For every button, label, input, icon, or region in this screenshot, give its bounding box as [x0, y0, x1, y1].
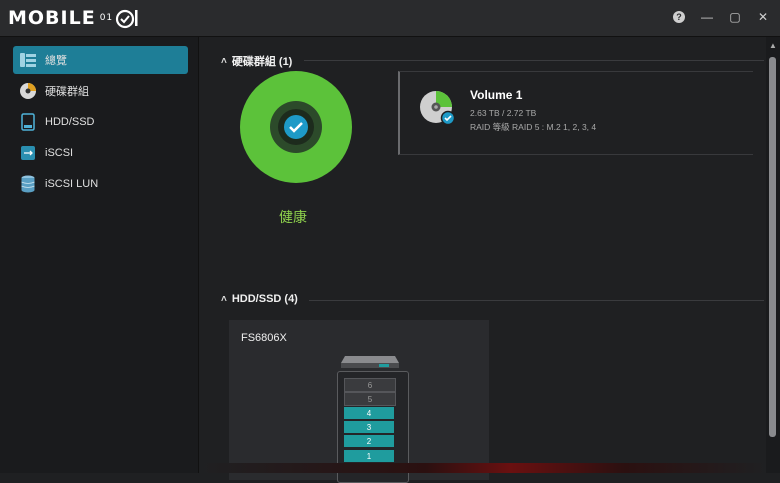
section-divider — [304, 60, 764, 61]
iscsi-lun-icon — [19, 175, 37, 193]
sidebar-item-iscsi-lun[interactable]: iSCSI LUN — [13, 170, 188, 198]
enclosure-top-icon — [341, 356, 399, 368]
disk-group-icon — [19, 82, 37, 100]
health-status-icon — [240, 71, 352, 183]
vertical-scrollbar[interactable]: ▲ — [766, 37, 780, 473]
main-content: ˄ 硬碟群組 (1) 健康 Volume 1 2.63 TB / 2.72 TB… — [199, 37, 780, 483]
sidebar: 總覽 硬碟群組 HDD/SSD iSCSI iSCSI LUN — [0, 37, 199, 473]
logo-subtext: 01 — [99, 13, 114, 23]
window-controls: ? — ▢ ✕ — [672, 10, 770, 24]
drive-bay-1[interactable]: 1 — [344, 450, 394, 462]
logo-mark-icon — [116, 9, 138, 29]
sidebar-item-disk-group[interactable]: 硬碟群組 — [13, 77, 188, 105]
device-card[interactable]: FS6806X 6 5 4 3 2 1 — [229, 320, 489, 483]
overview-icon — [19, 51, 37, 69]
help-icon: ? — [673, 11, 685, 23]
device-name: FS6806X — [241, 332, 287, 344]
drive-bay-5[interactable]: 5 — [344, 392, 396, 406]
sidebar-item-label: 硬碟群組 — [45, 86, 89, 98]
volume-raid-level: RAID 等級 RAID 5 : M.2 1, 2, 3, 4 — [470, 122, 597, 132]
drive-bay-3[interactable]: 3 — [344, 421, 394, 433]
title-bar: MOBILE 01 ? — ▢ ✕ — [0, 0, 780, 37]
scroll-thumb[interactable] — [769, 57, 776, 437]
section-title: HDD/SSD (4) — [231, 293, 298, 305]
sidebar-item-hdd-ssd[interactable]: HDD/SSD — [13, 108, 188, 136]
sidebar-item-overview[interactable]: 總覽 — [13, 46, 188, 74]
minimize-button[interactable]: — — [700, 10, 714, 24]
sidebar-item-label: HDD/SSD — [45, 116, 95, 128]
sidebar-item-label: iSCSI LUN — [45, 178, 99, 190]
iscsi-icon — [19, 144, 37, 162]
hdd-ssd-section-header[interactable]: ˄ HDD/SSD (4) — [221, 293, 298, 305]
sidebar-item-label: iSCSI — [45, 147, 74, 159]
drive-bay-2[interactable]: 2 — [344, 435, 394, 447]
sidebar-item-label: 總覽 — [45, 55, 67, 67]
background-strip — [199, 463, 766, 473]
volume-disk-icon — [420, 91, 456, 126]
section-divider — [309, 300, 764, 301]
chevron-up-icon: ˄ — [221, 55, 227, 67]
sidebar-item-iscsi[interactable]: iSCSI — [13, 139, 188, 167]
close-button[interactable]: ✕ — [756, 10, 770, 24]
drive-bay-4[interactable]: 4 — [344, 407, 394, 419]
section-title: 硬碟群組 (1) — [231, 56, 293, 68]
volume-name: Volume 1 — [470, 88, 523, 102]
volume-capacity: 2.63 TB / 2.72 TB — [470, 108, 537, 118]
scroll-up-icon[interactable]: ▲ — [769, 41, 777, 50]
help-button[interactable]: ? — [672, 10, 686, 24]
volume-card[interactable]: Volume 1 2.63 TB / 2.72 TB RAID 等級 RAID … — [398, 71, 753, 155]
maximize-button[interactable]: ▢ — [728, 10, 742, 24]
hdd-ssd-icon — [19, 113, 37, 131]
drive-bay-6[interactable]: 6 — [344, 378, 396, 392]
disk-group-section-header[interactable]: ˄ 硬碟群組 (1) — [221, 53, 292, 69]
health-status-label: 健康 — [279, 209, 307, 225]
app-logo: MOBILE 01 — [8, 6, 139, 30]
chevron-up-icon: ˄ — [221, 293, 227, 305]
logo-text: MOBILE — [8, 7, 96, 29]
